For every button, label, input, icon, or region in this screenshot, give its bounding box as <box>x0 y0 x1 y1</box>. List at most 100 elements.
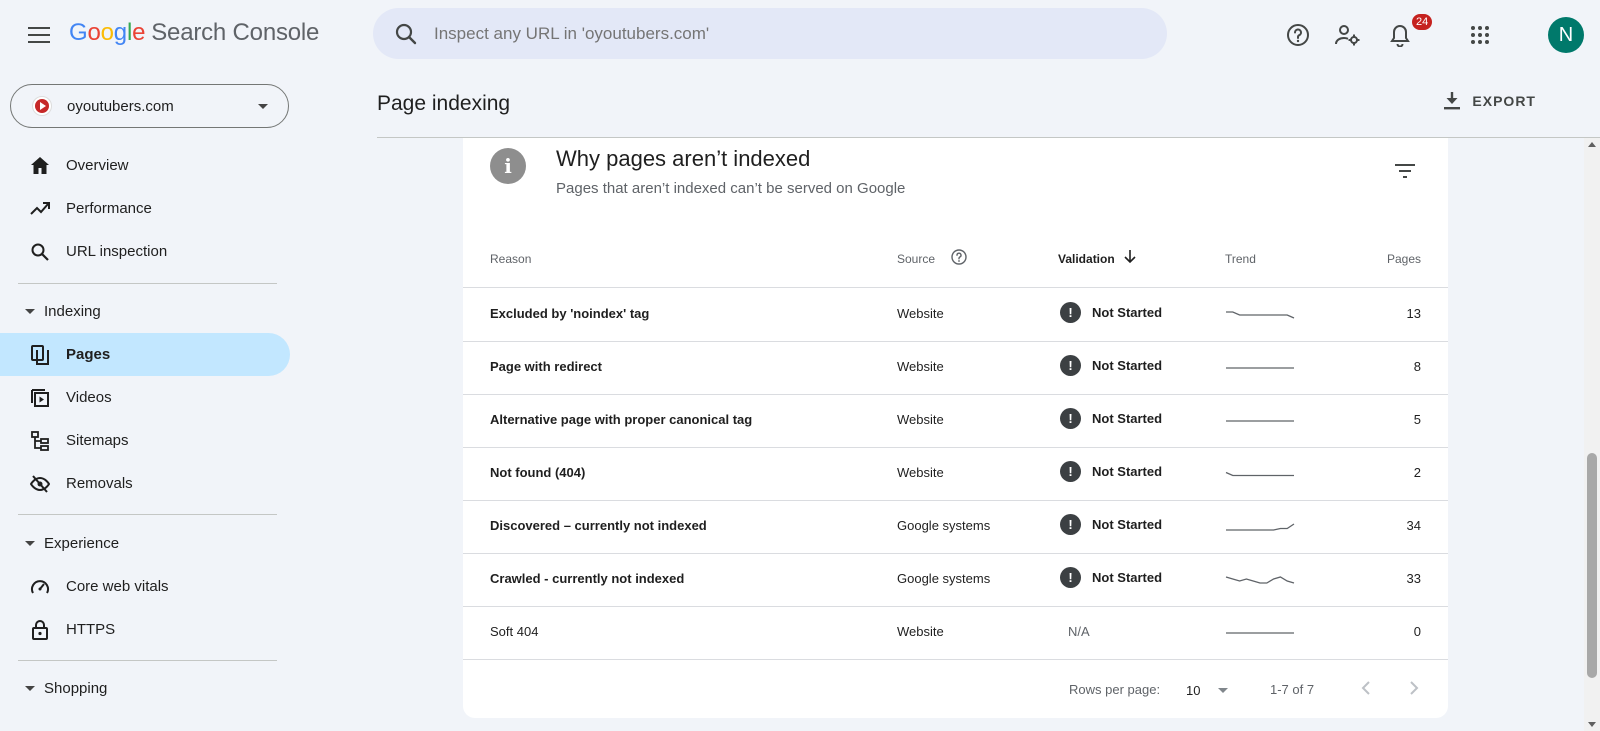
trend-line <box>1225 471 1294 477</box>
youtube-favicon-icon <box>32 96 52 116</box>
column-header-reason[interactable]: Reason <box>490 252 531 266</box>
chevron-left-icon <box>1361 681 1370 695</box>
table-row[interactable]: Crawled - currently not indexed Google s… <box>463 554 1448 607</box>
source-cell: Website <box>897 624 944 639</box>
source-cell: Website <box>897 465 944 480</box>
pages-count-cell: 8 <box>1413 359 1421 374</box>
nav-item-https[interactable]: HTTPS <box>0 608 290 651</box>
trend-line <box>1226 311 1295 319</box>
eye-off-icon <box>30 474 50 494</box>
trend-sparkline <box>1226 523 1295 531</box>
help-button[interactable] <box>1283 20 1313 50</box>
column-header-pages[interactable]: Pages <box>1387 252 1421 266</box>
account-avatar[interactable]: N <box>1548 17 1584 53</box>
page-header: Page indexing EXPORT <box>377 70 1600 138</box>
column-header-trend: Trend <box>1225 252 1256 266</box>
card-subtitle: Pages that aren’t indexed can’t be serve… <box>556 180 906 197</box>
user-settings-button[interactable] <box>1333 20 1363 50</box>
previous-page-button[interactable] <box>1354 676 1378 700</box>
source-cell: Website <box>897 306 944 321</box>
url-inspection-search-bar[interactable] <box>373 8 1167 59</box>
page-scrollbar[interactable] <box>1584 138 1600 731</box>
alert-icon: ! <box>1060 408 1081 429</box>
nav-item-pages[interactable]: Pages <box>0 333 290 376</box>
validation-cell: ! Not Started <box>1060 461 1162 482</box>
export-button[interactable]: EXPORT <box>1444 92 1536 110</box>
trend-sparkline <box>1226 632 1294 634</box>
google-apps-button[interactable] <box>1465 20 1495 50</box>
next-page-button[interactable] <box>1402 676 1426 700</box>
nav-divider <box>18 660 277 661</box>
nav-section-indexing[interactable]: Indexing <box>0 291 290 331</box>
table-row[interactable]: Soft 404 Website N/A 0 <box>463 607 1448 660</box>
scrollbar-thumb[interactable] <box>1587 453 1597 678</box>
validation-status: Not Started <box>1092 358 1163 373</box>
validation-status: Not Started <box>1092 570 1163 585</box>
nav-section-experience[interactable]: Experience <box>0 523 290 563</box>
notifications-button[interactable] <box>1385 20 1415 50</box>
alert-icon: ! <box>1060 567 1081 588</box>
trend-sparkline <box>1226 367 1294 369</box>
reason-cell: Excluded by 'noindex' tag <box>490 306 650 321</box>
nav-item-overview[interactable]: Overview <box>0 144 290 187</box>
table-row[interactable]: Page with redirect Website ! Not Started … <box>463 342 1448 395</box>
top-app-bar: GoogleSearch Console 24 N <box>0 0 1600 70</box>
caret-down-icon <box>25 686 35 691</box>
filter-list-icon <box>1395 164 1415 178</box>
lock-icon <box>30 619 50 640</box>
pages-count-cell: 34 <box>1406 518 1421 533</box>
nav-item-sitemaps[interactable]: Sitemaps <box>0 419 290 462</box>
nav-item-core-web-vitals[interactable]: Core web vitals <box>0 565 290 608</box>
table-row[interactable]: Discovered – currently not indexed Googl… <box>463 501 1448 554</box>
validation-cell: ! Not Started <box>1060 355 1162 376</box>
why-pages-not-indexed-card: i Why pages aren’t indexed Pages that ar… <box>463 138 1448 718</box>
filter-button[interactable] <box>1392 158 1418 184</box>
trend-line <box>1225 576 1295 584</box>
trend-sparkline <box>1226 420 1294 422</box>
chevron-right-icon <box>1410 681 1419 695</box>
product-name: Search Console <box>151 19 320 46</box>
main-content: Page indexing EXPORT i Why pages aren’t … <box>300 70 1600 731</box>
trend-sparkline <box>1225 471 1294 477</box>
table-header: Reason Source Validation Trend Pages <box>463 230 1448 288</box>
reason-cell: Page with redirect <box>490 359 602 374</box>
pages-count-cell: 33 <box>1406 571 1421 586</box>
validation-cell: ! Not Started <box>1060 408 1162 429</box>
scroll-up-arrow-icon[interactable] <box>1588 142 1596 147</box>
nav-section-shopping[interactable]: Shopping <box>0 668 290 708</box>
main-menu-button[interactable] <box>24 20 54 50</box>
nav-item-removals[interactable]: Removals <box>0 462 290 505</box>
reason-cell: Not found (404) <box>490 465 586 480</box>
search-icon[interactable] <box>393 21 419 47</box>
pages-count-cell: 2 <box>1413 465 1421 480</box>
speedometer-icon <box>30 577 50 597</box>
column-header-source[interactable]: Source <box>897 252 935 266</box>
nav-item-url-inspection[interactable]: URL inspection <box>0 230 290 273</box>
validation-status: Not Started <box>1092 517 1163 532</box>
column-header-validation[interactable]: Validation <box>1058 252 1115 266</box>
bell-icon <box>1390 24 1410 47</box>
nav-item-performance[interactable]: Performance <box>0 187 290 230</box>
search-input[interactable] <box>434 23 1134 44</box>
caret-down-icon <box>25 309 35 314</box>
dropdown-arrow-icon <box>258 104 268 109</box>
search-console-logo[interactable]: Google Search Console <box>69 19 319 47</box>
home-icon <box>30 156 50 176</box>
page-title: Page indexing <box>377 92 511 115</box>
source-help-icon[interactable] <box>951 249 967 270</box>
download-icon <box>1444 92 1461 110</box>
table-row[interactable]: Not found (404) Website ! Not Started 2 <box>463 448 1448 501</box>
validation-cell: ! Not Started <box>1060 514 1162 535</box>
table-row[interactable]: Excluded by 'noindex' tag Website ! Not S… <box>463 289 1448 342</box>
nav-item-videos[interactable]: Videos <box>0 376 290 419</box>
rows-per-page-select[interactable]: 10 <box>1186 678 1236 702</box>
reason-cell: Crawled - currently not indexed <box>490 571 685 586</box>
property-selector[interactable]: oyoutubers.com <box>10 84 289 128</box>
pages-count-cell: 5 <box>1413 412 1421 427</box>
source-cell: Google systems <box>897 518 991 533</box>
alert-icon: ! <box>1060 302 1081 323</box>
dropdown-arrow-icon <box>1218 687 1229 693</box>
scroll-down-arrow-icon[interactable] <box>1588 722 1596 727</box>
sort-descending-arrow-icon[interactable] <box>1124 250 1136 269</box>
table-row[interactable]: Alternative page with proper canonical t… <box>463 395 1448 448</box>
